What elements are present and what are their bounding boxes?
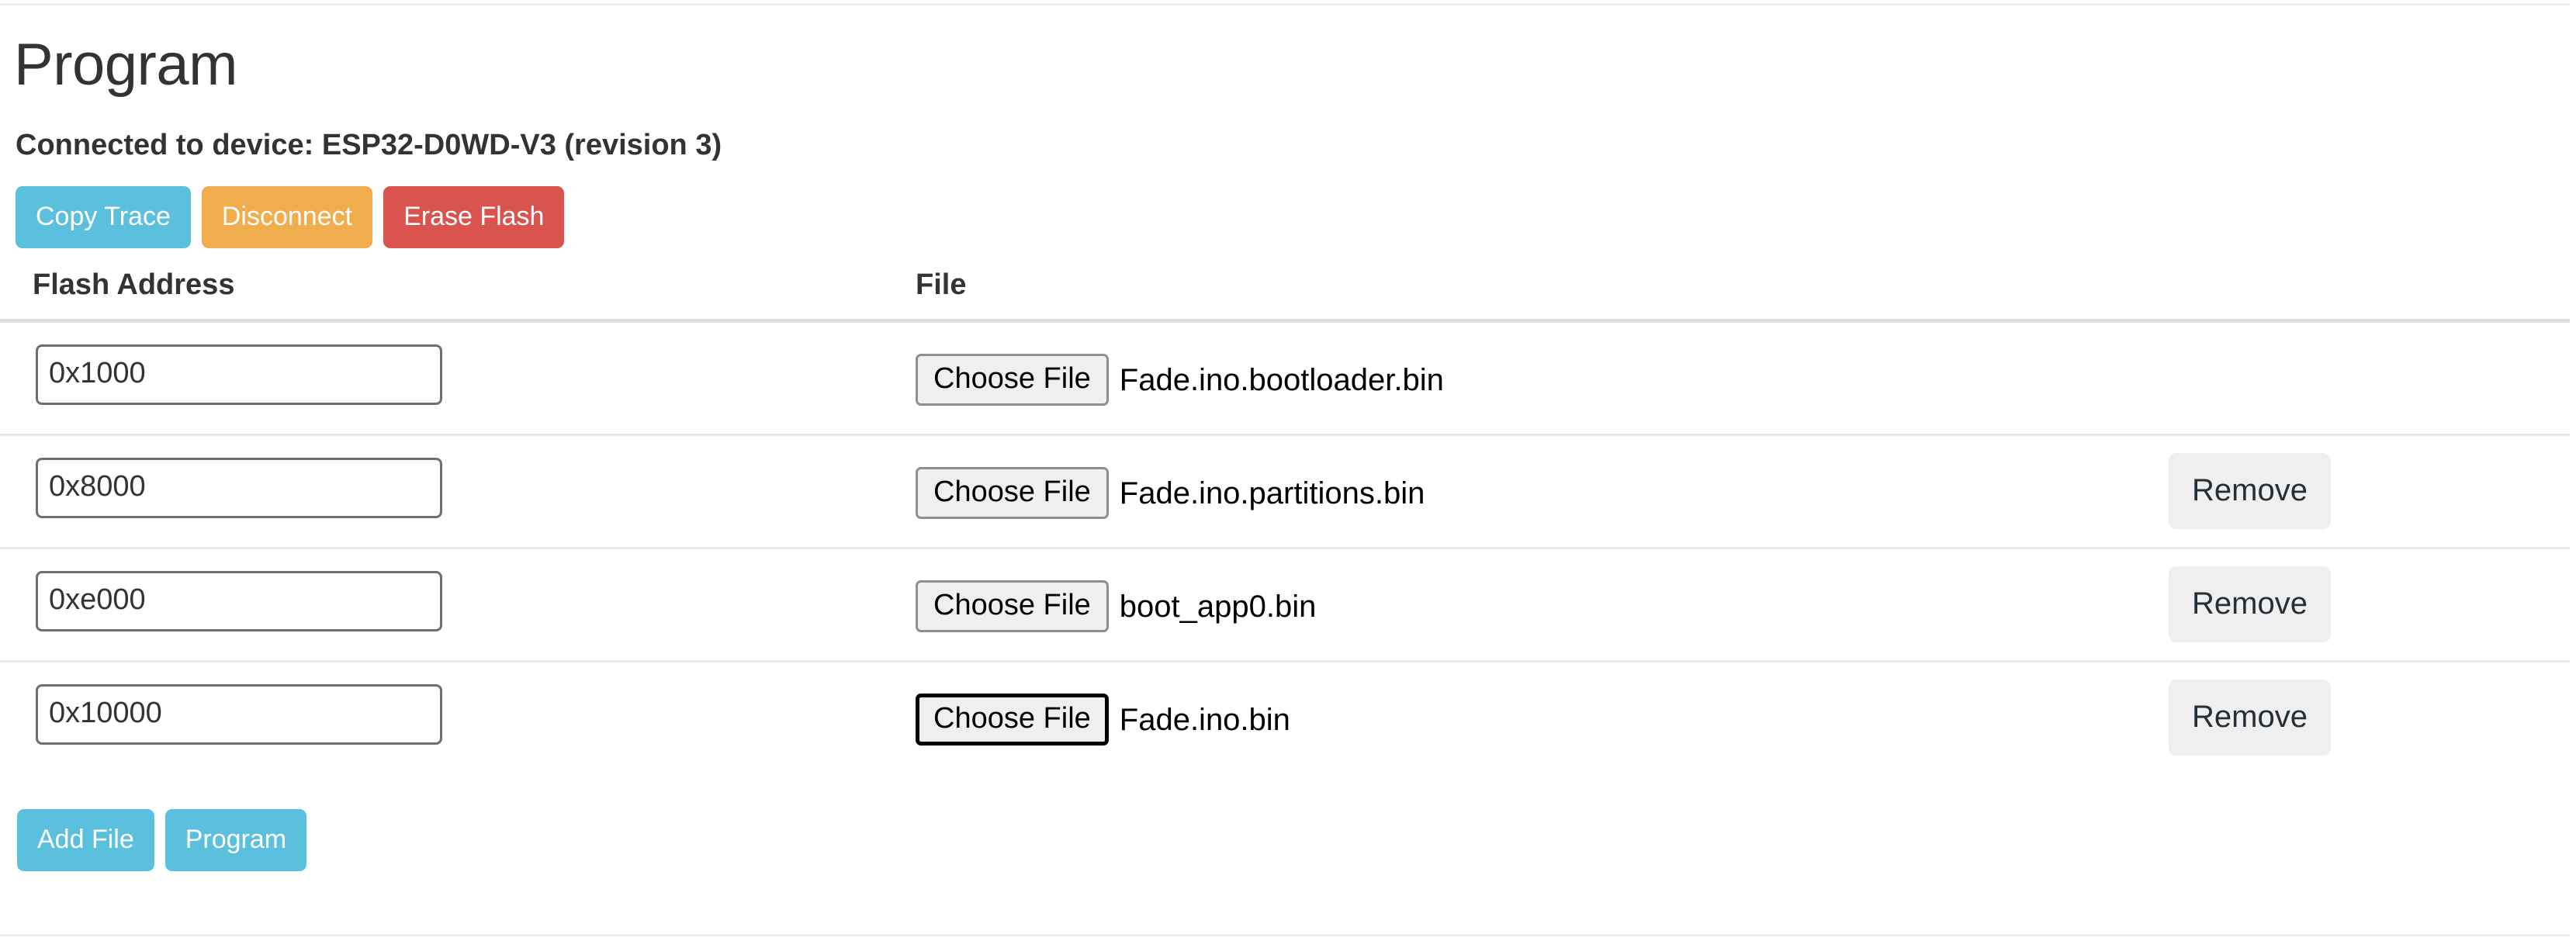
file-cell: Choose File boot_app0.bin bbox=[916, 580, 1316, 632]
table-body: Choose FileFade.ino.bootloader.binChoose… bbox=[0, 323, 2570, 776]
choose-file-button[interactable]: Choose File bbox=[916, 354, 1109, 406]
flash-address-cell bbox=[36, 344, 442, 405]
copy-trace-button[interactable]: Copy Trace bbox=[16, 186, 191, 248]
selected-file-name: Fade.ino.partitions.bin bbox=[1119, 476, 1425, 510]
flash-address-input[interactable] bbox=[36, 458, 442, 518]
remove-cell: Remove bbox=[2169, 680, 2331, 756]
file-cell: Choose File Fade.ino.bootloader.bin bbox=[916, 354, 1444, 406]
file-cell: Choose File Fade.ino.bin bbox=[916, 694, 1290, 746]
flash-file-table: Flash Address File Choose File Fade.ino.b… bbox=[0, 268, 2570, 776]
choose-file-button[interactable]: Choose File bbox=[916, 694, 1109, 746]
selected-file-name: Fade.ino.bootloader.bin bbox=[1119, 362, 1444, 397]
table-row: Choose File boot_app0.bin Remove bbox=[0, 549, 2570, 663]
bottom-divider bbox=[0, 934, 2570, 936]
disconnect-button[interactable]: Disconnect bbox=[201, 186, 373, 248]
remove-file-button[interactable]: Remove bbox=[2169, 680, 2331, 756]
choose-file-button[interactable]: Choose File bbox=[916, 580, 1109, 632]
flash-address-cell bbox=[36, 458, 442, 518]
table-row: Choose File Fade.ino.partitions.bin Remove bbox=[0, 436, 2570, 549]
selected-file-name: boot_app0.bin bbox=[1119, 589, 1317, 624]
erase-flash-button[interactable]: Erase Flash bbox=[383, 186, 565, 248]
remove-cell: Remove bbox=[2169, 453, 2331, 529]
page-title: Program bbox=[14, 32, 237, 98]
action-toolbar: Copy Trace Disconnect Erase Flash bbox=[16, 186, 565, 248]
column-header-file: File bbox=[916, 268, 967, 301]
flash-address-cell bbox=[36, 684, 442, 745]
flash-address-input[interactable] bbox=[36, 571, 442, 631]
flash-address-input[interactable] bbox=[36, 684, 442, 745]
device-status-text: Connected to device: ESP32-D0WD-V3 (revi… bbox=[16, 129, 722, 161]
selected-file-name: Fade.ino.bin bbox=[1119, 702, 1290, 737]
flash-address-cell bbox=[36, 571, 442, 631]
table-header-row: Flash Address File bbox=[0, 268, 2570, 323]
table-row: Choose File Fade.ino.bin Remove bbox=[0, 663, 2570, 776]
file-cell: Choose File Fade.ino.partitions.bin bbox=[916, 467, 1425, 519]
choose-file-button[interactable]: Choose File bbox=[916, 467, 1109, 519]
top-divider bbox=[0, 3, 2570, 5]
remove-file-button[interactable]: Remove bbox=[2169, 453, 2331, 529]
remove-file-button[interactable]: Remove bbox=[2169, 566, 2331, 642]
flash-address-input[interactable] bbox=[36, 344, 442, 405]
remove-cell: Remove bbox=[2169, 566, 2331, 642]
table-row: Choose File Fade.ino.bootloader.bin bbox=[0, 323, 2570, 436]
add-file-button[interactable]: Add File bbox=[17, 809, 154, 871]
column-header-flash-address: Flash Address bbox=[33, 268, 235, 301]
program-page: Program Connected to device: ESP32-D0WD-… bbox=[0, 0, 2576, 941]
program-button[interactable]: Program bbox=[164, 809, 307, 871]
footer-toolbar: Add File Program bbox=[17, 809, 307, 871]
